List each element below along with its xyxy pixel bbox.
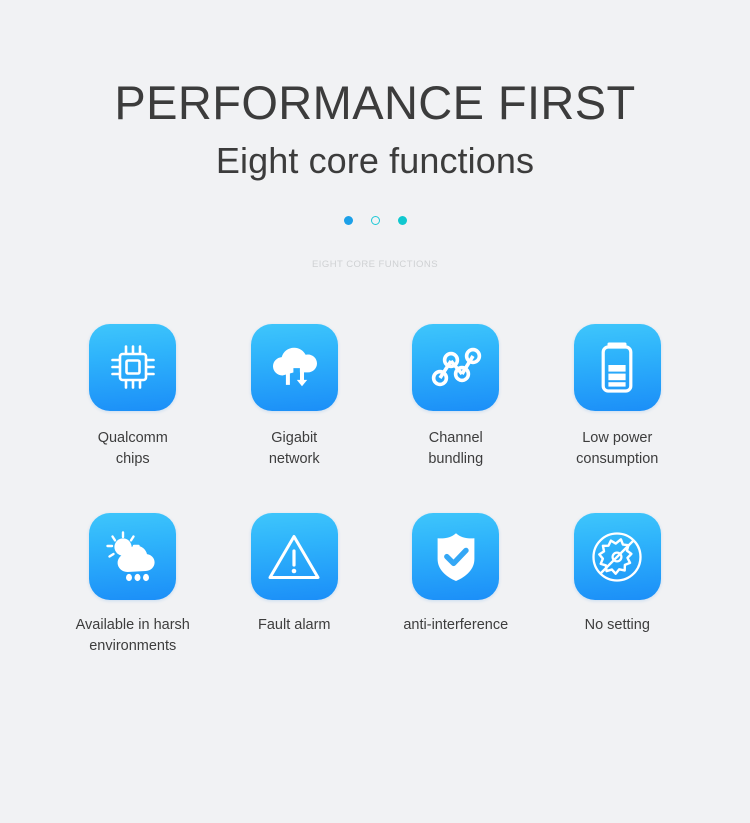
header: PERFORMANCE FIRST Eight core functions	[0, 0, 750, 181]
feature-item-channel-bundling[interactable]: Channel bundling	[375, 323, 537, 469]
section-caption: EIGHT CORE FUNCTIONS	[312, 258, 438, 270]
warning-triangle-icon	[266, 532, 322, 582]
feature-icon-tile	[412, 323, 500, 411]
feature-grid: Qualcomm chips Gigabit network Channel b…	[52, 270, 698, 656]
feature-item-fault-alarm[interactable]: Fault alarm	[214, 513, 376, 656]
feature-label: Qualcomm chips	[97, 429, 168, 467]
feature-item-anti-interference[interactable]: anti-interference	[375, 513, 537, 656]
carousel-pagination[interactable]	[0, 215, 750, 227]
feature-label: Low power consumption	[576, 429, 659, 467]
page-title: PERFORMANCE FIRST	[114, 76, 636, 129]
feature-icon-tile	[250, 323, 338, 411]
feature-icon-tile	[250, 513, 338, 601]
feature-label: Available in harsh environments	[75, 617, 190, 654]
feature-icon-tile	[573, 323, 661, 411]
feature-label: No setting	[584, 617, 650, 634]
page-subtitle: Eight core functions	[215, 140, 535, 182]
node-graph-icon	[429, 343, 483, 391]
feature-item-low-power[interactable]: Low power consumption	[537, 323, 699, 469]
feature-item-qualcomm-chips[interactable]: Qualcomm chips	[52, 323, 214, 469]
feature-icon-tile	[573, 513, 661, 601]
feature-label: Gigabit network	[268, 429, 320, 467]
feature-icon-tile	[89, 323, 177, 411]
battery-icon	[599, 339, 635, 395]
pagination-dot-2[interactable]	[370, 216, 380, 226]
feature-icon-tile	[412, 513, 500, 601]
cloud-network-icon	[266, 341, 322, 393]
feature-item-gigabit-network[interactable]: Gigabit network	[214, 323, 376, 469]
feature-item-harsh-environments[interactable]: Available in harsh environments	[52, 513, 214, 656]
feature-item-no-setting[interactable]: No setting	[537, 513, 699, 656]
pagination-dot-1[interactable]	[343, 216, 353, 226]
feature-icon-tile	[89, 513, 177, 601]
page-root: PERFORMANCE FIRST Eight core functions E…	[0, 0, 750, 823]
sun-cloud-rain-icon	[104, 530, 162, 584]
pagination-dot-3[interactable]	[397, 216, 407, 226]
cpu-chip-icon	[107, 341, 159, 393]
feature-label: Channel bundling	[428, 429, 484, 467]
feature-label: Fault alarm	[257, 617, 331, 634]
feature-label: anti-interference	[403, 617, 509, 634]
gear-no-setting-icon	[589, 529, 645, 585]
shield-check-icon	[432, 530, 480, 584]
